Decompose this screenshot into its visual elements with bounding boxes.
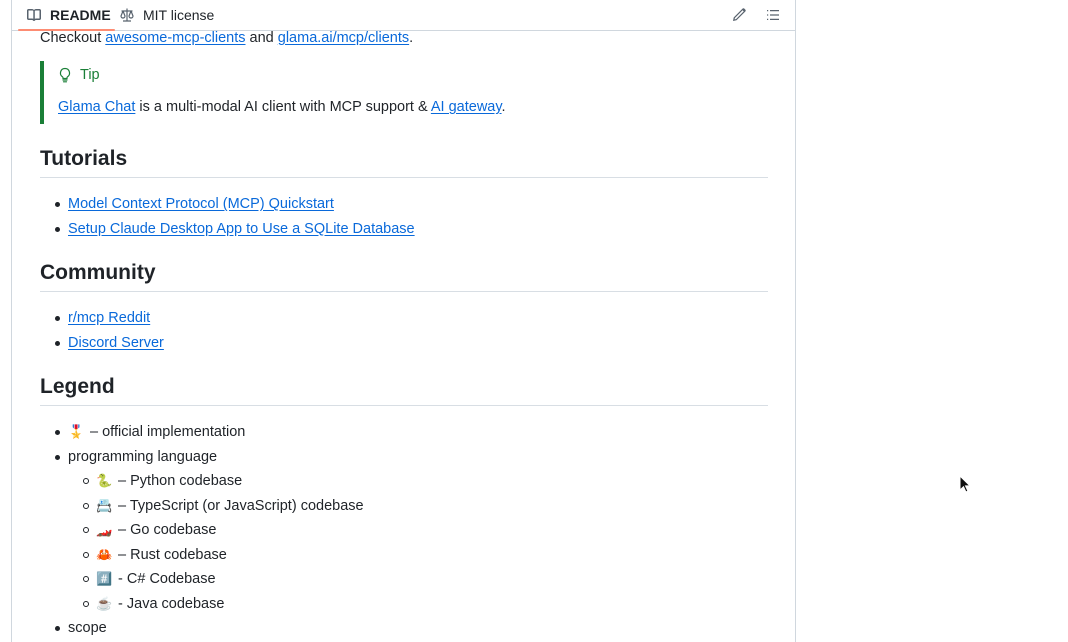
snake-icon: 🐍 (96, 473, 113, 488)
medal-icon: 🎖️ (68, 424, 85, 439)
hash-icon: #️⃣ (96, 571, 113, 586)
legend-scope-label: scope (68, 620, 107, 636)
card-index-icon: 📇 (96, 497, 113, 513)
sub-list-item: 🏎️ – Go codebase (40, 518, 364, 543)
outline-button[interactable] (761, 3, 785, 27)
tutorials-list: Model Context Protocol (MCP) Quickstart … (40, 192, 415, 241)
discord-link[interactable]: Discord Server (68, 335, 164, 351)
pencil-icon (733, 8, 746, 21)
intro-text: Checkout (40, 30, 106, 46)
language-sublist: 🐍 – Python codebase 📇 – TypeScript (or J… (40, 469, 364, 616)
legend-heading: Legend (40, 374, 768, 406)
tip-body: Glama Chat is a multi-modal AI client wi… (58, 97, 506, 117)
legend-typescript-text: – TypeScript (or JavaScript) codebase (114, 497, 364, 514)
tab-license[interactable]: MIT license (119, 0, 214, 30)
list-item: programming language 🐍 – Python codebase… (40, 445, 364, 617)
lightbulb-icon (59, 67, 71, 83)
coffee-icon: ☕ (96, 595, 113, 611)
list-item: Setup Claude Desktop App to Use a SQLite… (40, 217, 415, 242)
legend-language-label: programming language (68, 448, 218, 465)
list-item: r/mcp Reddit (40, 306, 164, 331)
readme-tab-bar: README MIT license (12, 0, 795, 31)
tab-license-label: MIT license (143, 7, 215, 23)
tip-title: Tip (58, 65, 100, 85)
sub-list-item: #️⃣ - C# Codebase (40, 567, 364, 592)
intro-text-middle: and (245, 30, 278, 46)
edit-file-button[interactable] (727, 3, 751, 27)
legend-python-text: – Python codebase (114, 473, 243, 489)
legend-java-text: - Java codebase (114, 595, 225, 612)
sub-list-item: 📇 – TypeScript (or JavaScript) codebase (40, 494, 364, 519)
tip-body-end: . (501, 99, 506, 115)
sub-list-item: 🦀 – Rust codebase (40, 543, 364, 568)
community-list: r/mcp Reddit Discord Server (40, 306, 164, 355)
list-item: 🎖️ – official implementation (40, 420, 364, 445)
list-item: Model Context Protocol (MCP) Quickstart (40, 192, 415, 217)
community-heading: Community (40, 260, 768, 292)
legend-rust-text: – Rust codebase (114, 546, 227, 563)
crab-icon: 🦀 (96, 546, 113, 562)
awesome-mcp-clients-link[interactable]: awesome-mcp-clients (105, 30, 245, 46)
intro-paragraph: Checkout awesome-mcp-clients and glama.a… (40, 28, 413, 48)
tip-title-label: Tip (80, 67, 100, 83)
tab-readme[interactable]: README (18, 0, 115, 31)
claude-sqlite-link[interactable]: Setup Claude Desktop App to Use a SQLite… (68, 221, 415, 237)
race-car-icon: 🏎️ (96, 522, 113, 537)
mouse-cursor-icon (959, 475, 971, 493)
list-item: scope (40, 616, 364, 641)
sub-list-item: 🐍 – Python codebase (40, 469, 364, 494)
list-item: Discord Server (40, 331, 164, 356)
glama-clients-link[interactable]: glama.ai/mcp/clients (278, 30, 409, 46)
reddit-link[interactable]: r/mcp Reddit (68, 310, 150, 326)
tutorials-heading: Tutorials (40, 146, 768, 178)
legend-list: 🎖️ – official implementation programming… (40, 420, 364, 641)
book-icon (27, 9, 41, 21)
tip-callout: Tip Glama Chat is a multi-modal AI clien… (40, 61, 772, 124)
readme-panel: README MIT license Checkout awesome-mcp-… (11, 0, 796, 642)
mcp-quickstart-link[interactable]: Model Context Protocol (MCP) Quickstart (68, 196, 334, 212)
ai-gateway-link[interactable]: AI gateway (431, 99, 502, 115)
tip-body-text: is a multi-modal AI client with MCP supp… (135, 99, 431, 115)
scale-icon (120, 8, 134, 22)
legend-official-text: – official implementation (86, 424, 246, 440)
legend-go-text: – Go codebase (114, 522, 217, 538)
intro-text-end: . (409, 30, 414, 46)
sub-list-item: ☕ - Java codebase (40, 592, 364, 617)
legend-csharp-text: - C# Codebase (114, 571, 216, 587)
list-icon (767, 10, 779, 20)
tab-readme-label: README (50, 7, 111, 23)
glama-chat-link[interactable]: Glama Chat (58, 99, 135, 115)
